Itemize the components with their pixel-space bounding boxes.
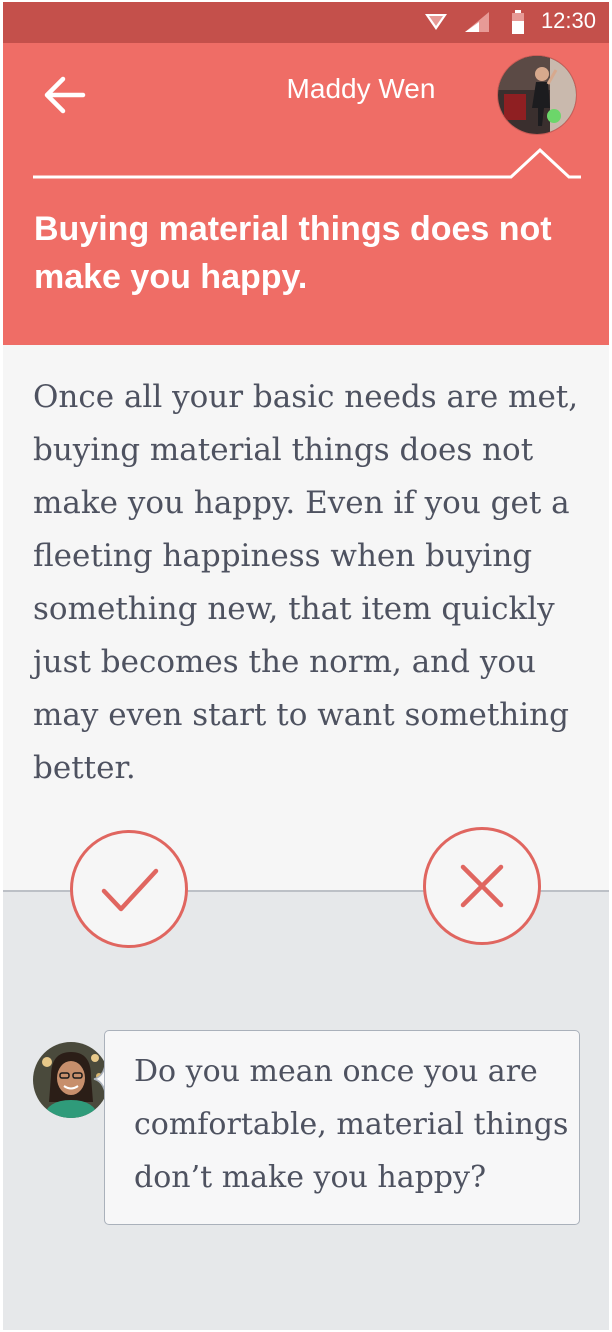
disagree-button[interactable] <box>423 827 541 945</box>
app-screen: 12:30 Maddy Wen Buying material things d… <box>3 2 609 1330</box>
status-icons <box>425 10 524 34</box>
checkmark-icon <box>101 868 159 912</box>
progress-indicator <box>33 147 581 179</box>
x-icon <box>460 864 504 908</box>
statement-card: Once all your basic needs are met, buyin… <box>3 345 609 890</box>
contact-name[interactable]: Maddy Wen <box>203 73 519 105</box>
reply-bubble[interactable]: Do you mean once you are comfortable, ma… <box>104 1030 580 1225</box>
conversation-header: Maddy Wen Buying material things does no… <box>3 43 609 345</box>
arrow-left-icon <box>44 76 86 114</box>
contact-photo <box>498 56 576 134</box>
agree-button[interactable] <box>70 830 188 948</box>
reply-text: Do you mean once you are comfortable, ma… <box>134 1054 569 1195</box>
status-time: 12:30 <box>540 8 596 33</box>
online-status-dot <box>547 109 561 123</box>
statement-title: Buying material things does not make you… <box>34 210 552 296</box>
statement-body: Once all your basic needs are met, buyin… <box>33 379 579 786</box>
signal-icon <box>465 12 489 32</box>
battery-icon <box>512 10 524 34</box>
contact-avatar[interactable] <box>497 55 577 135</box>
back-button[interactable] <box>39 71 95 119</box>
status-bar: 12:30 <box>3 2 609 43</box>
wifi-icon <box>425 14 447 30</box>
